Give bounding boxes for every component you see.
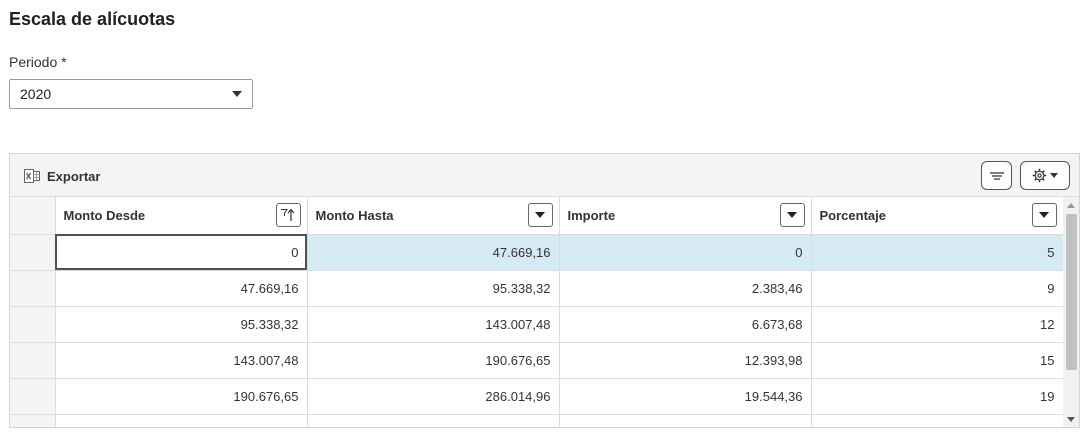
export-button[interactable]: Exportar (24, 166, 100, 186)
table-row[interactable]: 47.669,16 95.338,32 2.383,46 9 (10, 270, 1064, 307)
grid-cell[interactable]: 190.676,65 (307, 342, 560, 379)
column-menu-button[interactable] (1031, 203, 1057, 227)
export-label: Exportar (47, 168, 101, 184)
gear-icon (1032, 168, 1047, 183)
grid-cell[interactable]: 6.673,68 (559, 306, 812, 343)
column-header-label: Monto Desde (63, 207, 146, 223)
chevron-down-icon (535, 212, 545, 218)
grid-cell[interactable]: 19 (811, 378, 1064, 415)
column-header-importe[interactable]: Importe (559, 197, 812, 235)
grid-cell[interactable]: 143.007,48 (55, 342, 308, 379)
grid-cell[interactable]: 9 (811, 270, 1064, 307)
table-row[interactable]: 95.338,32 143.007,48 6.673,68 12 (10, 306, 1064, 343)
column-chooser-button[interactable] (981, 161, 1012, 190)
grid-cell[interactable]: 37.658,24 (559, 414, 812, 427)
grid-cell[interactable]: 47.669,16 (55, 270, 308, 307)
column-header-label: Monto Hasta (315, 207, 394, 223)
row-header[interactable] (10, 414, 56, 427)
grid-cell[interactable]: 190.676,65 (55, 378, 308, 415)
column-menu-button[interactable] (527, 203, 553, 227)
grid-cell[interactable]: 286.014,96 (307, 378, 560, 415)
periodo-label: Periodo * (9, 54, 67, 70)
chevron-down-icon (1050, 173, 1058, 178)
grid-cell[interactable]: 286.014,96 (55, 414, 308, 427)
table-row[interactable]: 190.676,65 286.014,96 19.544,36 19 (10, 378, 1064, 415)
page-title: Escala de alícuotas (9, 9, 176, 29)
scroll-down-icon[interactable] (1067, 417, 1075, 422)
header-row: Monto Desde Monto Hasta Importe Porcenta… (10, 197, 1064, 235)
chevron-down-icon (232, 91, 242, 97)
chevron-down-icon (787, 212, 797, 218)
grid-cell[interactable]: 0 (55, 234, 308, 271)
periodo-select-value: 2020 (20, 86, 52, 102)
row-header[interactable] (10, 306, 56, 343)
grid-cell[interactable]: 15 (811, 342, 1064, 379)
row-header[interactable] (10, 234, 56, 271)
row-header[interactable] (10, 342, 56, 379)
column-header-monto-desde[interactable]: Monto Desde (55, 197, 308, 235)
grid-cell[interactable]: 2.383,46 (559, 270, 812, 307)
table-row[interactable]: 0 47.669,16 0 5 (10, 234, 1064, 271)
table-row[interactable]: 286.014,96 381.353,28 37.658,24 23 (10, 414, 1064, 427)
column-header-porcentaje[interactable]: Porcentaje (811, 197, 1064, 235)
grid-cell[interactable]: 0 (559, 234, 812, 271)
vertical-scrollbar[interactable] (1063, 197, 1079, 427)
row-header-corner (10, 197, 56, 235)
grid-cell[interactable]: 143.007,48 (307, 306, 560, 343)
excel-icon (24, 169, 40, 183)
grid-cell[interactable]: 5 (811, 234, 1064, 271)
alicuotas-table: Monto Desde Monto Hasta Importe Porcenta… (10, 197, 1064, 427)
scrollbar-thumb[interactable] (1066, 214, 1077, 370)
grid-cell[interactable]: 95.338,32 (307, 270, 560, 307)
sort-filter-icon (281, 208, 295, 221)
column-menu-button[interactable] (779, 203, 805, 227)
grid-cell[interactable]: 23 (811, 414, 1064, 427)
grid-cell[interactable]: 19.544,36 (559, 378, 812, 415)
table-row[interactable]: 143.007,48 190.676,65 12.393,98 15 (10, 342, 1064, 379)
grid-cell[interactable]: 47.669,16 (307, 234, 560, 271)
settings-menu-button[interactable] (1020, 161, 1070, 190)
periodo-select[interactable]: 2020 (9, 79, 253, 109)
grid-cell[interactable]: 12 (811, 306, 1064, 343)
column-header-label: Porcentaje (819, 207, 886, 223)
scroll-up-icon[interactable] (1067, 203, 1075, 208)
column-header-label: Importe (567, 207, 616, 223)
alicuotas-grid-panel: Exportar Monto Desde Monto Hasta Importe… (9, 153, 1080, 428)
lines-icon (989, 171, 1004, 180)
chevron-down-icon (1039, 212, 1049, 218)
row-header[interactable] (10, 378, 56, 415)
grid-cell[interactable]: 95.338,32 (55, 306, 308, 343)
grid-toolbar: Exportar (10, 154, 1079, 197)
row-header[interactable] (10, 270, 56, 307)
grid-cell[interactable]: 12.393,98 (559, 342, 812, 379)
column-filter-button[interactable] (275, 203, 301, 227)
grid-cell[interactable]: 381.353,28 (307, 414, 560, 427)
column-header-monto-hasta[interactable]: Monto Hasta (307, 197, 560, 235)
